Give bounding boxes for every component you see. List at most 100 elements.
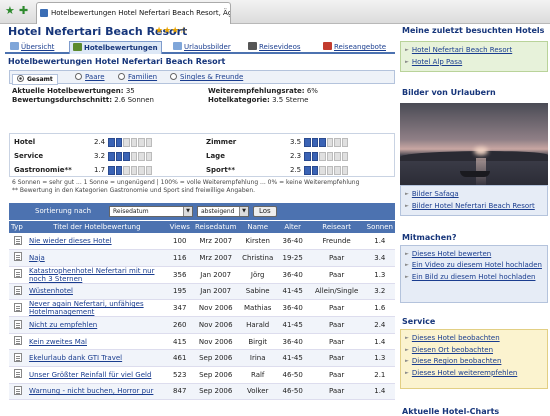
document-icon <box>13 302 22 312</box>
sun-icon <box>341 166 348 175</box>
table-row[interactable]: Katastrophenhotel Nefertari mit nur noch… <box>9 266 395 284</box>
review-title-link[interactable]: Warnung - nicht buchen, Horror pur <box>29 387 153 395</box>
cell-name: Sabine <box>238 283 277 301</box>
review-title-link[interactable]: Kein zweites Mal <box>29 338 87 346</box>
service-link: Diese Region beobachten <box>405 356 543 368</box>
cell-date: Jan 2007 <box>192 266 239 284</box>
video-icon <box>248 42 257 50</box>
review-title-link[interactable]: Katastrophenhotel Nefertari mit nur noch… <box>29 267 155 283</box>
table-row[interactable]: Nie wieder dieses Hotel 100 Mrz 2007 Kirste… <box>9 233 395 251</box>
sun-icon <box>326 138 333 147</box>
cell-suns: 1.4 <box>364 383 395 401</box>
col-name[interactable]: Name <box>238 221 277 233</box>
rating-summary: Aktuelle Hotelbewertungen: 35 Bewertungs… <box>12 87 318 104</box>
table-row[interactable]: Ekelurlaub dank GTI Travel 461 Sep 2006 Iri… <box>9 349 395 368</box>
sun-icon <box>311 166 318 175</box>
cell-name: Kirsten <box>238 233 277 251</box>
star-icon[interactable]: ★ <box>5 5 15 17</box>
table-row[interactable]: Naja 116 Mrz 2007 Christina 19-25 Paar 3.4 <box>9 249 395 267</box>
cell-travel-type: Paar <box>308 266 365 284</box>
review-title-link[interactable]: Nie wieder dieses Hotel <box>29 237 112 245</box>
sort-order-select[interactable]: absteigend ▼ <box>197 206 249 217</box>
filter-familien[interactable]: Familien <box>118 72 157 83</box>
col-typ[interactable]: Typ <box>9 221 27 233</box>
col-age[interactable]: Alter <box>276 221 309 233</box>
tab-uebersicht[interactable]: Übersicht <box>10 41 54 54</box>
browser-tab[interactable]: Hotelbewertungen Hotel Nefertari Beach R… <box>36 2 231 24</box>
service-link: Diesen Ort beobachten <box>405 345 543 357</box>
table-row[interactable]: Nicht zu empfehlen 260 Nov 2006 Harald 41-45… <box>9 316 395 334</box>
table-row[interactable]: Never again Nefertari, unfähiges Hotelma… <box>9 299 395 318</box>
table-row[interactable]: Wüstenhotel 195 Jan 2007 Sabine 41-45 Allein/… <box>9 283 395 301</box>
cell-date: Sep 2006 <box>192 366 239 384</box>
tab-hotelbewertungen[interactable]: Hotelbewertungen <box>69 41 162 54</box>
sun-icon <box>304 152 311 161</box>
tab-urlaubsbilder[interactable]: Urlaubsbilder <box>173 41 231 54</box>
sun-icon <box>311 152 318 161</box>
category-rating: Zimmer 3.5 <box>10 137 396 148</box>
sort-field-select[interactable]: Reisedatum ▼ <box>109 206 193 217</box>
cell-age: 36-40 <box>276 333 309 351</box>
bookmark-icon[interactable]: ✚ <box>19 5 28 17</box>
sun-icon <box>319 166 326 175</box>
col-title[interactable]: Titel der Hotelbewertung <box>26 221 167 233</box>
cell-travel-type: Paar <box>308 249 365 267</box>
review-title-link[interactable]: Never again Nefertari, unfähiges Hotelma… <box>29 300 144 316</box>
cell-date: Jan 2007 <box>192 283 239 301</box>
cell-age: 36-40 <box>276 299 309 318</box>
photo-link: Bilder Hotel Nefertari Beach Resort <box>405 201 543 213</box>
recent-hotels-heading: Meine zuletzt besuchten Hotels <box>402 26 545 35</box>
sun-icon <box>334 166 341 175</box>
info-icon <box>10 42 19 50</box>
cell-date: Mrz 2007 <box>192 233 239 251</box>
cell-age: 46-50 <box>276 383 309 401</box>
reviewer-filter-tabs: Gesamt Paare Familien Singles & Freunde <box>9 70 395 85</box>
col-travel-type[interactable]: Reiseart <box>308 221 365 233</box>
review-title-link[interactable]: Ekelurlaub dank GTI Travel <box>29 354 122 362</box>
review-title-link[interactable]: Nicht zu empfehlen <box>29 321 97 329</box>
cell-views: 415 <box>166 333 193 351</box>
tab-reiseangebote[interactable]: Reiseangebote <box>323 41 386 54</box>
cell-name: Volker <box>238 383 277 401</box>
filter-gesamt[interactable]: Gesamt <box>12 74 58 85</box>
filter-singles[interactable]: Singles & Freunde <box>170 72 243 83</box>
document-icon <box>13 252 22 262</box>
col-date[interactable]: Reisedatum <box>192 221 239 233</box>
photos-heading: Bilder von Urlaubern <box>402 88 496 97</box>
cell-name: Mathias <box>238 299 277 318</box>
cell-views: 847 <box>166 383 193 401</box>
review-title-link[interactable]: Unser Größter Reinfall für viel Geld <box>29 371 151 379</box>
document-icon <box>13 269 22 279</box>
filter-paare[interactable]: Paare <box>75 72 105 83</box>
table-row[interactable]: Kein zweites Mal 415 Nov 2006 Birgit 36-40 Pa… <box>9 333 395 351</box>
rating-suns-icon <box>304 138 348 147</box>
cell-age: 46-50 <box>276 366 309 384</box>
table-row[interactable]: Unser Größter Reinfall für viel Geld 523 S… <box>9 366 395 384</box>
service-link: Dieses Hotel beobachten <box>405 333 543 345</box>
table-row[interactable]: Warnung - nicht buchen, Horror pur 847 Sep… <box>9 383 395 401</box>
sun-icon <box>304 166 311 175</box>
col-suns[interactable]: Sonnen <box>364 221 395 233</box>
cell-date: Nov 2006 <box>192 316 239 334</box>
cell-views: 100 <box>166 233 193 251</box>
cell-name: Harald <box>238 316 277 334</box>
join-link: Ein Bild zu diesem Hotel hochladen <box>405 272 543 284</box>
browser-tab-title: Hotelbewertungen Hotel Nefertari Beach R… <box>51 9 231 17</box>
tab-reisevideos[interactable]: Reisevideos <box>248 41 301 54</box>
cell-travel-type: Freunde <box>308 233 365 251</box>
sun-icon <box>319 138 326 147</box>
chevron-down-icon: ▼ <box>183 207 192 216</box>
cell-suns: 3.2 <box>364 283 395 301</box>
cell-suns: 2.4 <box>364 316 395 334</box>
cell-travel-type: Allein/Single <box>308 283 365 301</box>
review-title-link[interactable]: Wüstenhotel <box>29 287 73 295</box>
review-title-link[interactable]: Naja <box>29 254 45 262</box>
sort-go-button[interactable]: Los <box>253 206 277 217</box>
category-ratings: Hotel 2.4 Zimmer 3.5 Service 3.2 Lage 2.3 Gastro… <box>9 133 395 177</box>
col-views[interactable]: Views <box>166 221 193 233</box>
recent-hotels-box: Hotel Nefertari Beach Resort Hotel Alp P… <box>400 41 548 72</box>
hotel-stars: ★★★☆ <box>155 26 188 36</box>
category-label: Zimmer <box>206 138 237 146</box>
cell-suns: 3.4 <box>364 249 395 267</box>
hotel-tabs: Übersicht Hotelbewertungen Urlaubsbilder… <box>5 39 395 54</box>
